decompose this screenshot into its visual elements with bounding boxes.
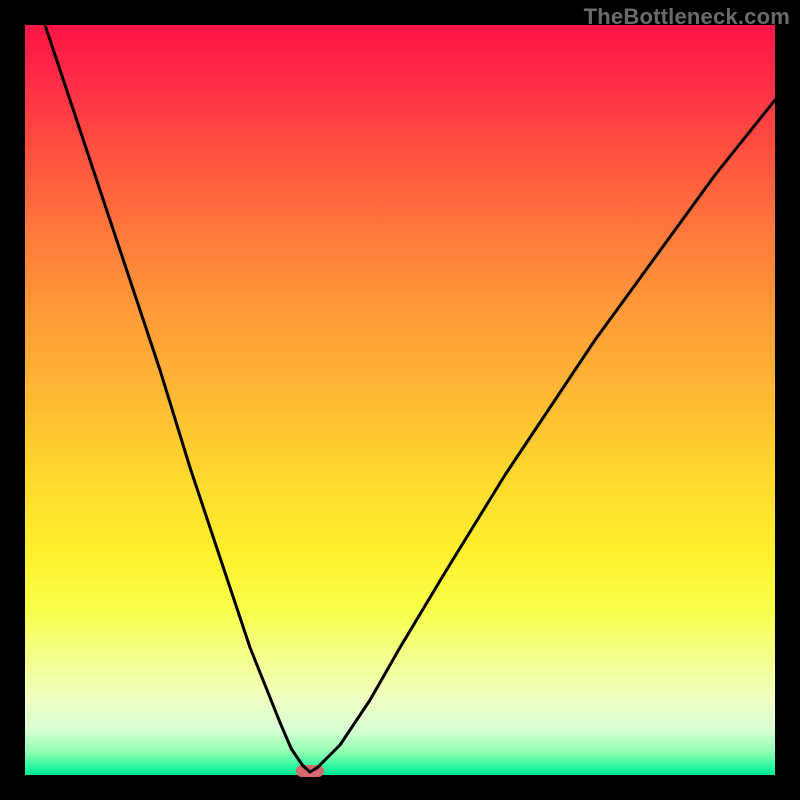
plot-area [25,25,775,775]
plot-inner [25,25,775,775]
figure-root: TheBottleneck.com [0,0,800,800]
curve-path [25,25,775,772]
bottleneck-curve [25,25,775,775]
attribution-text: TheBottleneck.com [584,4,790,30]
